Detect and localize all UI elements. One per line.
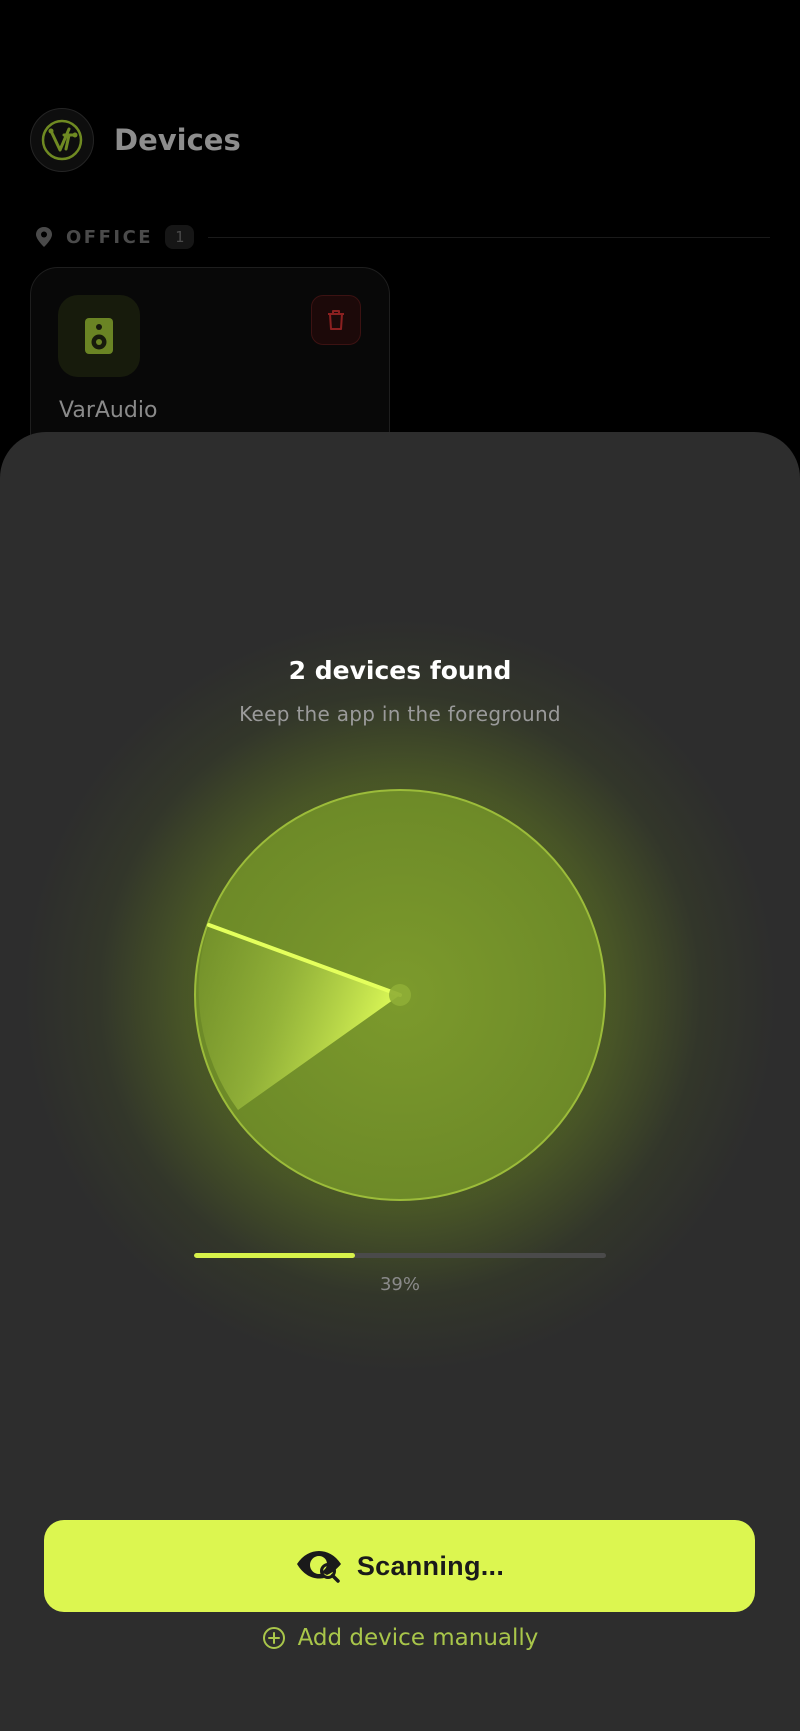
eye-search-icon [296,1551,341,1583]
header: Devices [30,108,241,172]
speaker-icon [85,318,113,354]
scan-subtitle: Keep the app in the foreground [239,702,561,726]
scanning-button[interactable]: Scanning... [44,1520,755,1612]
delete-device-button[interactable] [311,295,361,345]
device-icon-tile [58,295,140,377]
scan-bottom-sheet: 2 devices found Keep the app in the fore… [0,432,800,1731]
radar-animation [194,789,606,1201]
group-divider [208,236,770,238]
radar-center-dot [389,984,411,1006]
app-logo [30,108,94,172]
add-device-manually-link[interactable]: Add device manually [0,1608,800,1668]
location-pin-icon [36,227,52,247]
devices-found-title: 2 devices found [288,656,512,685]
scan-progress-fill [194,1253,355,1258]
page-title: Devices [114,123,241,157]
group-header-office: OFFICE 1 [34,222,770,252]
plus-circle-icon [262,1627,285,1649]
add-device-manually-label: Add device manually [297,1625,539,1651]
scan-progress-bar [194,1253,606,1258]
device-name: VarAudio [59,398,158,423]
scanning-button-label: Scanning... [356,1550,505,1581]
group-name: OFFICE [66,226,154,248]
trash-icon [328,310,344,330]
scan-progress-label: 39% [379,1274,420,1295]
group-count-badge: 1 [165,225,195,249]
vt-logo-icon [41,119,83,161]
